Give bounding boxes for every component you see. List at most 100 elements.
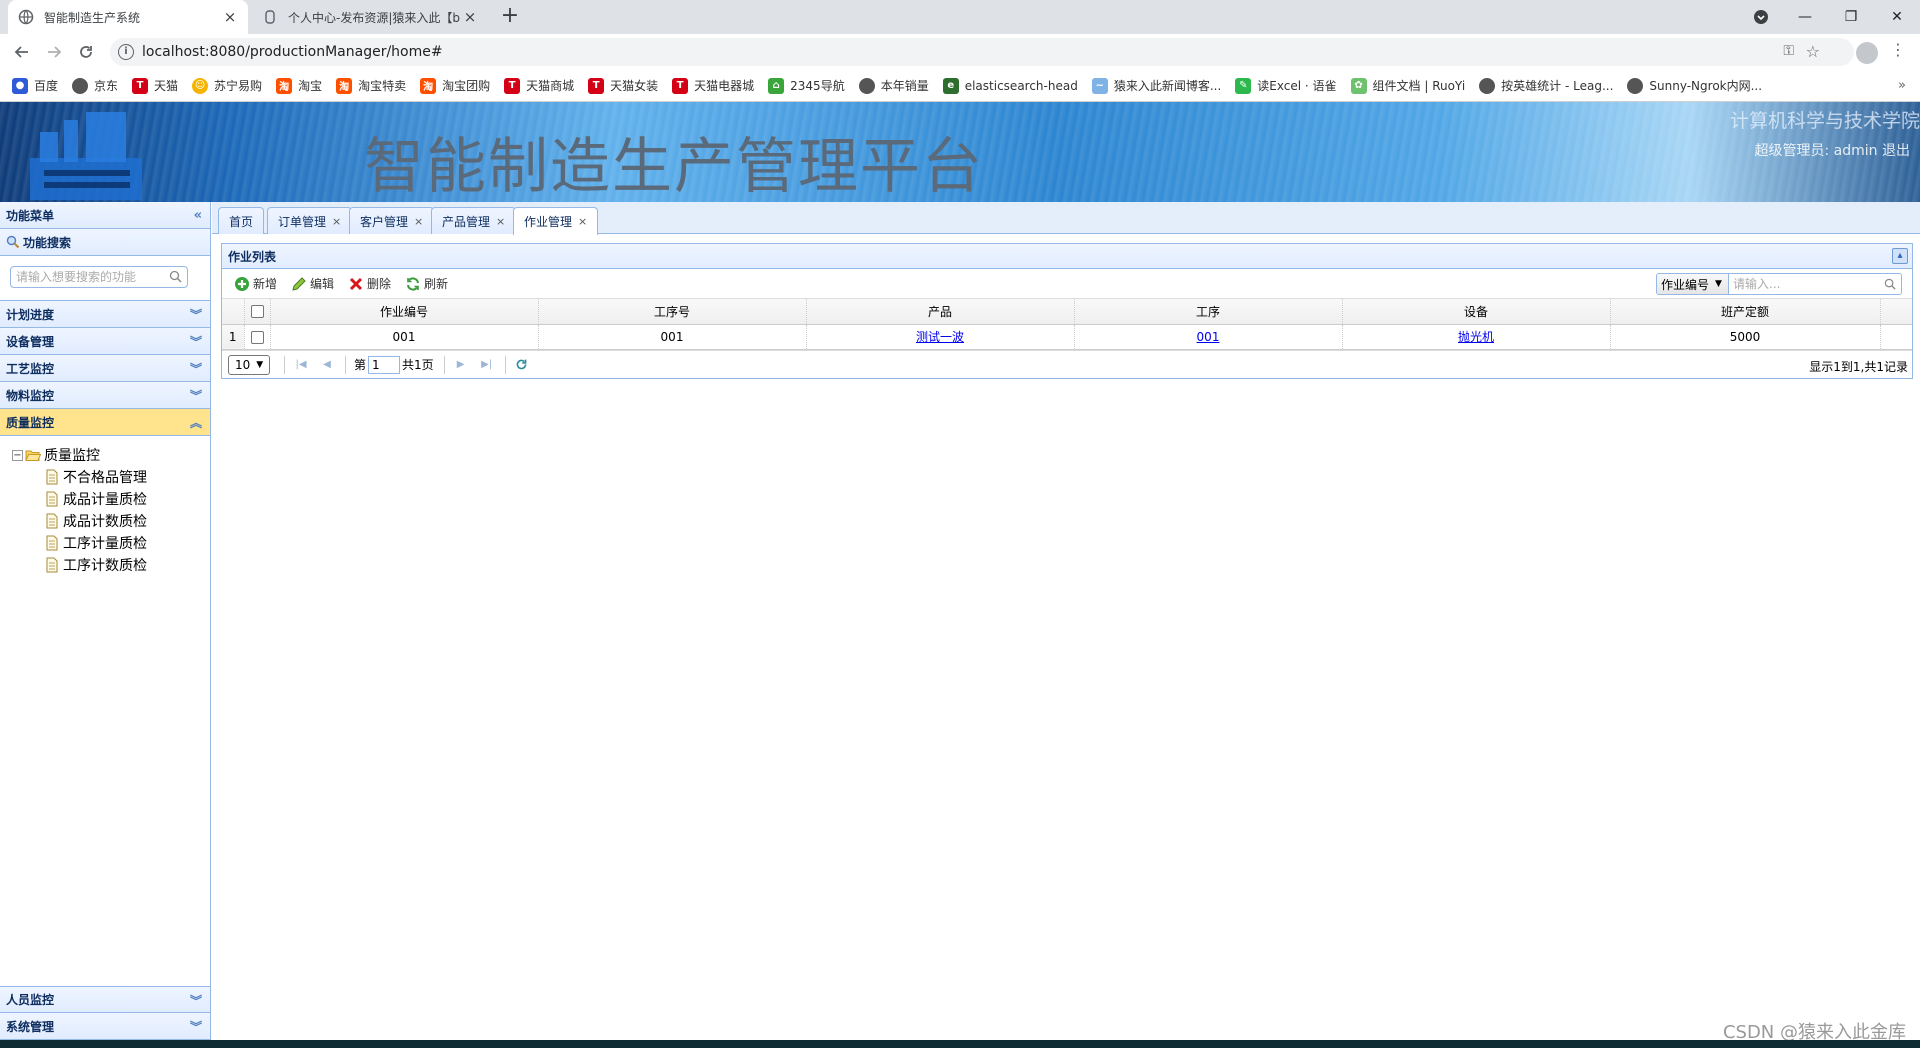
menu-kebab-icon[interactable]: ⋮ <box>1890 40 1906 59</box>
bookmark-tmall[interactable]: T 天猫 <box>132 77 178 94</box>
reload-page-icon[interactable] <box>514 357 530 373</box>
tree-item[interactable]: 不合格品管理 <box>0 466 210 488</box>
collapse-left-icon[interactable]: « <box>194 208 202 223</box>
search-icon[interactable] <box>169 270 183 284</box>
user-info[interactable]: 超级管理员: admin 退出 <box>1755 140 1910 160</box>
bookmark-taobao[interactable]: 淘淘宝 <box>276 77 322 94</box>
tree-toggle-icon[interactable]: − <box>12 449 23 461</box>
tree-item[interactable]: 成品计量质检 <box>0 488 210 510</box>
row-checkbox[interactable] <box>244 324 271 350</box>
tree-item[interactable]: 成品计数质检 <box>0 510 210 532</box>
last-page-icon[interactable]: ▶| <box>479 357 495 373</box>
page-number-input[interactable]: 1 <box>368 355 401 374</box>
bookmark-tmall-women[interactable]: T 天猫女装 <box>588 77 658 94</box>
grid-search-input[interactable]: 请输入... <box>1729 274 1901 294</box>
bookmark-2345[interactable]: ⌂ 2345导航 <box>768 77 845 94</box>
tab-jobs[interactable]: 作业管理 × <box>513 207 599 235</box>
product-link[interactable]: 测试一波 <box>916 330 964 344</box>
tree-item[interactable]: 工序计数质检 <box>0 554 210 576</box>
add-button[interactable]: 新增 <box>234 275 277 292</box>
column-header[interactable]: 工序号 <box>538 299 807 325</box>
bookmark-league[interactable]: 按英雄统计 - Leag... <box>1479 77 1613 94</box>
bookmark-taobao-sale[interactable]: 淘淘宝特卖 <box>336 77 406 94</box>
menu-section-process-monitor[interactable]: 工艺监控 ︾ <box>0 355 210 382</box>
star-icon[interactable]: ☆ <box>1806 42 1820 61</box>
bookmark-sales[interactable]: 本年销量 <box>858 77 929 94</box>
back-arrow-icon[interactable] <box>10 40 34 64</box>
menu-section-quality-monitor[interactable]: 质量监控 ︽ <box>0 409 210 436</box>
equipment-link[interactable]: 抛光机 <box>1458 330 1494 344</box>
close-tab-icon[interactable]: × <box>332 215 341 228</box>
site-info-icon[interactable]: i <box>118 44 134 60</box>
bookmark-jd[interactable]: 京东 <box>72 77 118 94</box>
bookmark-tmall-electric[interactable]: T 天猫电器城 <box>672 77 754 94</box>
select-all-checkbox[interactable] <box>244 299 271 325</box>
address-bar[interactable]: i localhost:8080/productionManager/home#… <box>110 38 1854 66</box>
profile-avatar-icon[interactable] <box>1856 42 1878 64</box>
tree-root[interactable]: − 质量监控 <box>0 444 210 466</box>
function-search-input[interactable]: 请输入想要搜索的功能 <box>10 266 188 288</box>
prev-page-icon[interactable]: ◀ <box>319 357 335 373</box>
menu-section-system[interactable]: 系统管理 ︾ <box>0 1013 210 1040</box>
tree-item[interactable]: 工序计量质检 <box>0 532 210 554</box>
checkbox-icon[interactable] <box>250 305 264 319</box>
page-size-select[interactable]: 10 ▼ <box>228 354 270 375</box>
bookmarks-more-icon[interactable]: » <box>1898 78 1906 93</box>
bookmark-ruoyi[interactable]: ✿ 组件文档 | RuoYi <box>1350 77 1465 94</box>
menu-section-material-monitor[interactable]: 物料监控 ︾ <box>0 382 210 409</box>
header-banner: 智能制造生产管理平台 计算机科学与技术学院 超级管理员: admin 退出 <box>0 102 1920 202</box>
column-header[interactable]: 设备 <box>1342 299 1611 325</box>
tab-home[interactable]: 首页 <box>218 207 265 234</box>
bookmark-baidu[interactable]: ● 百度 <box>12 77 58 94</box>
tab-search-icon[interactable] <box>1738 0 1784 34</box>
tab-orders[interactable]: 订单管理 × <box>267 207 353 234</box>
column-header[interactable]: 工序 <box>1074 299 1343 325</box>
refresh-button[interactable]: 刷新 <box>405 275 448 292</box>
menu-section-equipment[interactable]: 设备管理 ︾ <box>0 328 210 355</box>
bookmark-ngrok[interactable]: Sunny-Ngrok内网... <box>1627 77 1762 94</box>
close-tab-icon[interactable]: × <box>462 9 478 25</box>
edit-button[interactable]: 编辑 <box>291 275 334 292</box>
document-icon <box>46 491 58 507</box>
menu-section-plan-progress[interactable]: 计划进度 ︾ <box>0 301 210 328</box>
search-icon[interactable] <box>1884 278 1897 291</box>
reload-icon[interactable] <box>74 40 98 64</box>
close-tab-icon[interactable]: × <box>496 215 505 228</box>
bookmark-yuanlai[interactable]: ~ 猿来入此新闻博客... <box>1091 77 1221 94</box>
collapse-panel-icon[interactable]: ▴ <box>1892 248 1908 264</box>
column-header[interactable]: 产品 <box>806 299 1075 325</box>
close-tab-icon[interactable]: × <box>414 215 423 228</box>
table-row[interactable]: 1 001 001 测试一波 001 抛光机 5000 <box>222 324 1912 350</box>
bookmark-yuque[interactable]: ✎ 读Excel · 语雀 <box>1235 77 1337 94</box>
expand-icon: ︾ <box>189 389 202 403</box>
close-tab-icon[interactable]: × <box>578 215 587 228</box>
browser-tab[interactable]: 个人中心-发布资源|猿来入此【b × <box>252 0 488 34</box>
bookmark-tmall-mall[interactable]: T 天猫商城 <box>504 77 574 94</box>
bookmark-suning[interactable]: ☺ 苏宁易购 <box>192 77 262 94</box>
browser-tab-active[interactable]: 智能制造生产系统 × <box>8 0 248 34</box>
next-page-icon[interactable]: ▶ <box>453 357 469 373</box>
menu-section-staff-monitor[interactable]: 人员监控 ︾ <box>0 986 210 1013</box>
tab-customers[interactable]: 客户管理 × <box>349 207 435 234</box>
restore-icon[interactable]: ❐ <box>1828 0 1874 34</box>
tab-products[interactable]: 产品管理 × <box>431 207 517 234</box>
job-table: 作业编号 工序号 产品 工序 设备 班产定额 1 001 001 测试一波 00… <box>222 299 1912 350</box>
process-link[interactable]: 001 <box>1197 330 1220 344</box>
bookmark-taobao-group[interactable]: 淘淘宝团购 <box>420 77 490 94</box>
taobao-icon: 淘 <box>276 77 293 94</box>
column-header[interactable]: 作业编号 <box>270 299 539 325</box>
delete-button[interactable]: 删除 <box>348 275 391 292</box>
page-total: 共1页 <box>402 358 434 372</box>
forward-arrow-icon[interactable] <box>42 40 66 64</box>
column-header[interactable]: 班产定额 <box>1610 299 1881 325</box>
minimize-icon[interactable]: — <box>1782 0 1828 34</box>
first-page-icon[interactable]: |◀ <box>293 357 309 373</box>
close-window-icon[interactable]: ✕ <box>1874 0 1920 34</box>
function-search-area: 请输入想要搜索的功能 <box>0 256 210 301</box>
key-icon[interactable]: ⚿ <box>1783 43 1794 59</box>
search-field-select[interactable]: 作业编号 ▼ <box>1657 274 1729 294</box>
new-tab-button[interactable]: + <box>498 5 522 29</box>
checkbox-icon[interactable] <box>250 330 264 344</box>
bookmark-elasticsearch[interactable]: e elasticsearch-head <box>942 77 1078 94</box>
close-tab-icon[interactable]: × <box>222 9 238 25</box>
